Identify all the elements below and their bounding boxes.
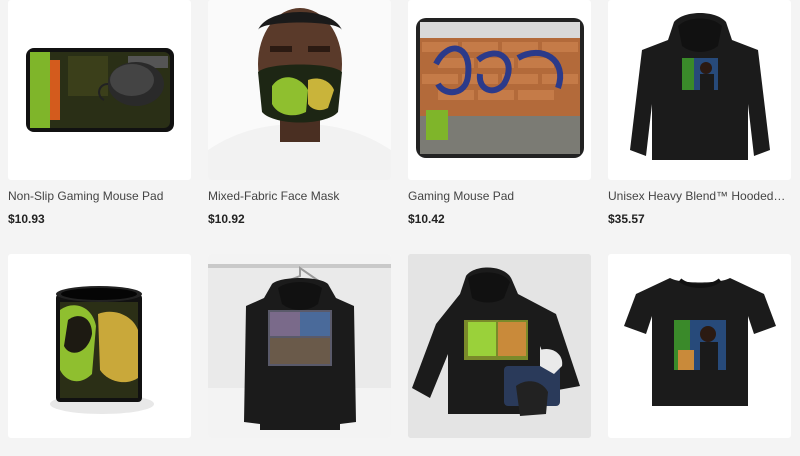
product-card-face-mask[interactable]: Mixed-Fabric Face Mask $10.92 [208, 0, 391, 254]
product-title[interactable]: Unisex Heavy Blend™ Hooded S... [608, 188, 788, 204]
product-image-tshirt[interactable] [608, 254, 791, 438]
product-grid: Non-Slip Gaming Mouse Pad $10.93 Mixed-F… [8, 0, 791, 444]
product-image-gaming-mouse-pad[interactable] [408, 0, 591, 180]
product-title[interactable]: Mixed-Fabric Face Mask [208, 188, 388, 204]
product-image-hoodie[interactable] [608, 0, 791, 180]
product-title[interactable]: Gaming Mouse Pad [408, 188, 588, 204]
product-card-mug[interactable] [8, 254, 191, 444]
product-card-hoodie-hanger[interactable] [208, 254, 391, 444]
product-card-gaming-mouse-pad[interactable]: Gaming Mouse Pad $10.42 [408, 0, 591, 254]
product-image-hoodie-hanger[interactable] [208, 254, 391, 438]
product-image-mouse-pad[interactable] [8, 0, 191, 180]
product-card-hoodie[interactable]: Unisex Heavy Blend™ Hooded S... $35.57 [608, 0, 791, 254]
product-card-tshirt[interactable] [608, 254, 791, 444]
product-image-mug[interactable] [8, 254, 191, 438]
product-price: $35.57 [608, 212, 645, 226]
product-card-hoodie-flatlay[interactable] [408, 254, 591, 444]
product-price: $10.92 [208, 212, 245, 226]
product-image-hoodie-flatlay[interactable] [408, 254, 591, 438]
product-price: $10.93 [8, 212, 45, 226]
product-card-mouse-pad[interactable]: Non-Slip Gaming Mouse Pad $10.93 [8, 0, 191, 254]
product-title[interactable]: Non-Slip Gaming Mouse Pad [8, 188, 188, 204]
product-image-face-mask[interactable] [208, 0, 391, 180]
product-price: $10.42 [408, 212, 445, 226]
